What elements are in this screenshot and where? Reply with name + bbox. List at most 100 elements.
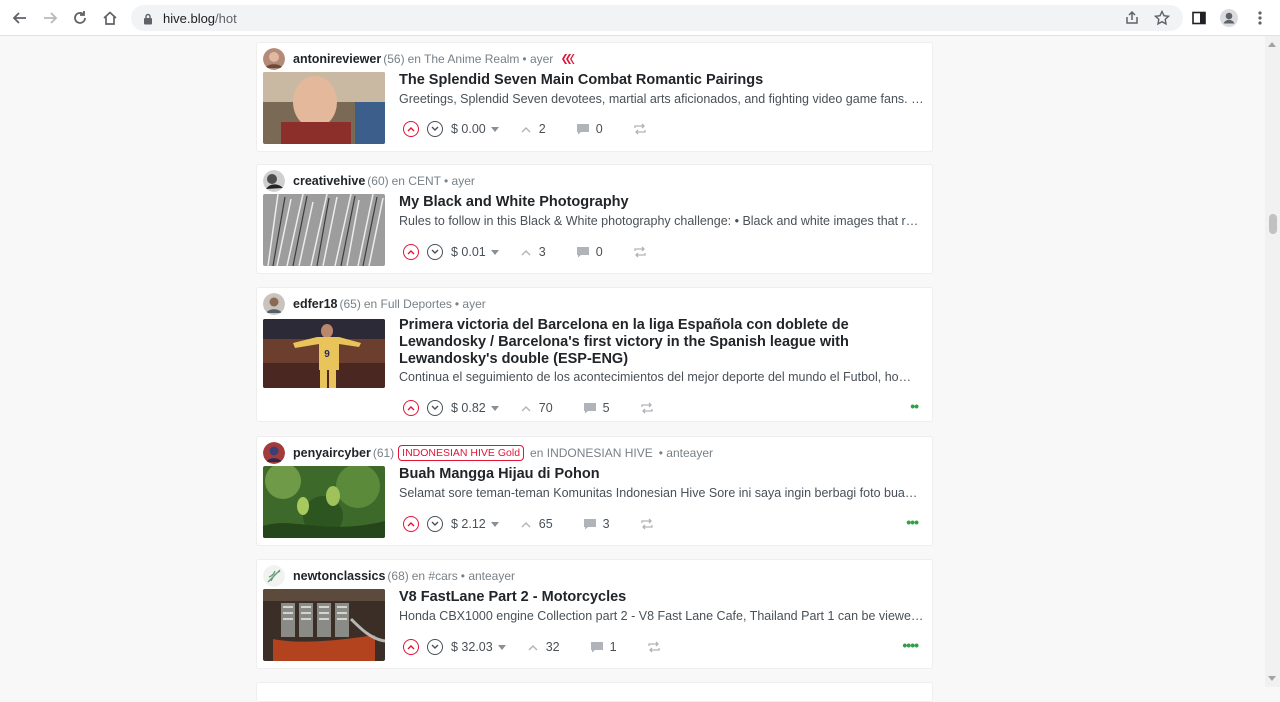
author-name[interactable]: edfer18 — [293, 297, 337, 311]
post-title[interactable]: Primera victoria del Barcelona en la lig… — [399, 317, 922, 368]
post-community[interactable]: en The Anime Realm — [408, 52, 520, 66]
post-card[interactable]: edfer18 (65) en Full Deportes • ayer 9 P… — [256, 287, 933, 422]
scroll-down-icon[interactable] — [1268, 676, 1276, 681]
url-path: /hot — [215, 11, 237, 26]
address-bar[interactable]: hive.blog/hot — [131, 5, 1183, 31]
downvote-icon[interactable] — [427, 516, 443, 532]
author-avatar[interactable] — [263, 48, 285, 70]
bookmark-star-icon[interactable] — [1151, 7, 1173, 29]
downvote-icon[interactable] — [427, 244, 443, 260]
forward-icon[interactable] — [39, 7, 61, 29]
author-name[interactable]: antonireviewer — [293, 52, 381, 66]
vote-count[interactable]: 32 — [528, 640, 560, 654]
scroll-up-icon[interactable] — [1268, 42, 1276, 47]
vote-count[interactable]: 3 — [521, 245, 546, 259]
post-card[interactable]: creativehive (60) en CENT • ayer My Blac… — [256, 164, 933, 274]
upvote-icon[interactable] — [403, 400, 419, 416]
reblog-button[interactable] — [640, 518, 654, 530]
post-excerpt[interactable]: Selamat sore teman-teman Komunitas Indon… — [399, 486, 924, 500]
vote-count[interactable]: 65 — [521, 517, 553, 531]
post-card[interactable]: antonireviewer (56) en The Anime Realm •… — [256, 42, 933, 152]
post-thumbnail[interactable] — [263, 194, 385, 266]
downvote-icon[interactable] — [427, 639, 443, 655]
author-avatar[interactable] — [263, 442, 285, 464]
upvote-icon[interactable] — [403, 639, 419, 655]
upvote-icon[interactable] — [403, 244, 419, 260]
community-badge: INDONESIAN HIVE Gold — [398, 445, 525, 461]
beneficiary-dots[interactable]: •••• — [902, 637, 919, 653]
post-time: • ayer — [443, 174, 475, 188]
author-name[interactable]: creativehive — [293, 174, 365, 188]
post-actions: $ 0.00 2 0 — [403, 119, 647, 139]
author-name[interactable]: newtonclassics — [293, 569, 385, 583]
upvote-icon[interactable] — [403, 121, 419, 137]
payout-dropdown[interactable]: $ 2.12 — [451, 517, 499, 531]
vote-count[interactable]: 2 — [521, 122, 546, 136]
beneficiary-dots[interactable]: •• — [910, 398, 919, 414]
lock-icon — [143, 12, 153, 30]
post-title[interactable]: My Black and White Photography — [399, 194, 922, 211]
post-thumbnail[interactable]: 9 — [263, 319, 385, 388]
side-panel-icon[interactable] — [1188, 7, 1210, 29]
post-excerpt[interactable]: Greetings, Splendid Seven devotees, mart… — [399, 92, 924, 106]
page-scrollbar[interactable] — [1265, 36, 1280, 687]
author-avatar[interactable] — [263, 170, 285, 192]
comment-count-value: 1 — [609, 640, 617, 654]
reblog-icon — [634, 246, 646, 258]
post-community[interactable]: en Full Deportes — [364, 297, 452, 311]
post-excerpt[interactable]: Honda CBX1000 engine Collection part 2 -… — [399, 609, 924, 623]
post-thumbnail[interactable] — [263, 466, 385, 538]
reblog-icon — [640, 402, 653, 414]
upvote-icon[interactable] — [403, 516, 419, 532]
post-title[interactable]: V8 FastLane Part 2 - Motorcycles — [399, 589, 922, 606]
payout-dropdown[interactable]: $ 0.82 — [451, 401, 499, 415]
profile-avatar-icon[interactable] — [1218, 7, 1240, 29]
reblog-button[interactable] — [633, 246, 647, 258]
post-thumbnail[interactable] — [263, 72, 385, 144]
post-excerpt[interactable]: Rules to follow in this Black & White ph… — [399, 214, 924, 228]
post-community[interactable]: en #cars — [412, 569, 458, 583]
share-icon[interactable] — [1121, 7, 1143, 29]
post-card[interactable]: newtonclassics (68) en #cars • anteayer … — [256, 559, 933, 669]
beneficiary-dots[interactable]: ••• — [906, 514, 919, 530]
chevron-down-icon — [490, 521, 499, 527]
post-thumbnail[interactable] — [263, 589, 385, 661]
comment-count-value: 5 — [602, 401, 610, 415]
author-reputation: (65) — [339, 297, 361, 311]
author-avatar[interactable] — [263, 565, 285, 587]
post-community[interactable]: en INDONESIAN HIVE — [530, 446, 653, 460]
vote-count-value: 2 — [538, 122, 546, 136]
comment-count[interactable]: 1 — [590, 640, 617, 654]
vote-count[interactable]: 70 — [521, 401, 553, 415]
post-card[interactable] — [256, 682, 933, 702]
downvote-icon[interactable] — [427, 400, 443, 416]
payout-dropdown[interactable]: $ 32.03 — [451, 640, 506, 654]
post-title[interactable]: The Splendid Seven Main Combat Romantic … — [399, 72, 922, 89]
scrollbar-thumb[interactable] — [1269, 214, 1277, 234]
reload-icon[interactable] — [69, 7, 91, 29]
author-name[interactable]: penyaircyber — [293, 446, 371, 460]
comment-icon — [583, 519, 596, 530]
payout-dropdown[interactable]: $ 0.00 — [451, 122, 499, 136]
post-header: antonireviewer (56) en The Anime Realm •… — [263, 47, 575, 71]
reblog-button[interactable] — [647, 641, 661, 653]
post-card[interactable]: penyaircyber (61) INDONESIAN HIVE Gold e… — [256, 436, 933, 546]
post-excerpt[interactable]: Continua el seguimiento de los acontecim… — [399, 370, 924, 384]
home-icon[interactable] — [99, 7, 121, 29]
post-time: • anteayer — [658, 446, 713, 460]
post-title[interactable]: Buah Mangga Hijau di Pohon — [399, 466, 922, 483]
payout-dropdown[interactable]: $ 0.01 — [451, 245, 499, 259]
comment-count[interactable]: 0 — [576, 122, 603, 136]
reblog-button[interactable] — [640, 402, 654, 414]
comment-count-value: 3 — [602, 517, 610, 531]
comment-count[interactable]: 0 — [576, 245, 603, 259]
comment-count[interactable]: 3 — [583, 517, 610, 531]
post-actions: $ 0.01 3 0 — [403, 242, 647, 262]
back-icon[interactable] — [9, 7, 31, 29]
menu-kebab-icon[interactable] — [1249, 7, 1271, 29]
post-community[interactable]: en CENT — [392, 174, 441, 188]
reblog-button[interactable] — [633, 123, 647, 135]
downvote-icon[interactable] — [427, 121, 443, 137]
author-avatar[interactable] — [263, 293, 285, 315]
comment-count[interactable]: 5 — [583, 401, 610, 415]
